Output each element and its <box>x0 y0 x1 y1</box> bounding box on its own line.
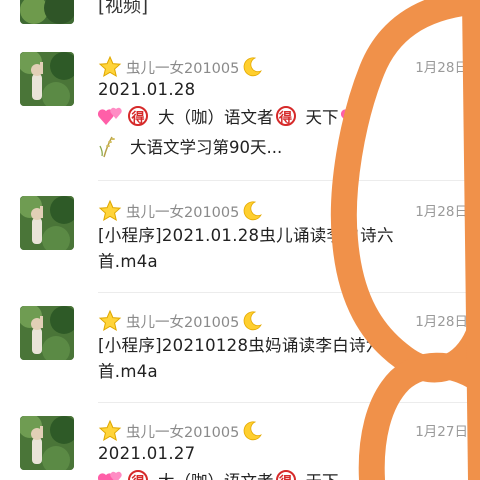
rice-plant-icon <box>99 136 115 158</box>
message-time: 1月28日 <box>415 60 468 76</box>
circled-char-icon: 得 <box>128 470 148 480</box>
divider <box>98 180 480 181</box>
chat-list-screen: [视频] 虫儿一女201005 1月28日 2021.01.28 得 大（咖）语… <box>0 0 480 480</box>
hearts-icon <box>98 471 122 480</box>
star-icon <box>98 309 122 332</box>
message-time: 1月28日 <box>415 314 468 330</box>
message-line: [小程序]20210128虫妈诵读李白诗六 <box>98 336 383 355</box>
message-line: 首.m4a <box>98 362 158 381</box>
crescent-moon-icon <box>244 311 263 331</box>
star-icon <box>98 55 122 78</box>
hearts-icon <box>98 107 122 125</box>
sender-name: 虫儿一女201005 <box>126 60 240 77</box>
message-text: 天下 <box>305 108 339 127</box>
message-text: 天下 <box>306 468 339 480</box>
crescent-moon-icon <box>244 57 263 77</box>
message-line: 首.m4a <box>98 252 158 271</box>
message-text: 大（咖）语文者 <box>158 108 274 127</box>
hearts-icon <box>340 107 365 125</box>
message-line: [小程序]2021.01.28虫儿诵读李白诗六 <box>98 226 394 245</box>
message-time: 1月27日 <box>415 424 468 440</box>
avatar[interactable] <box>20 196 74 250</box>
message-time: 1月28日 <box>415 204 468 220</box>
divider <box>98 292 480 293</box>
circled-char-icon: 得 <box>128 106 148 126</box>
message-text: 大语文学习第90天... <box>130 138 283 157</box>
message-line: 得 大（咖）语文者 得 天下 <box>98 104 369 128</box>
sender-name: 虫儿一女201005 <box>126 424 240 441</box>
sender-name: 虫儿一女201005 <box>126 204 240 221</box>
circled-char-icon: 得 <box>275 106 296 126</box>
sender-row: 虫儿一女201005 <box>98 198 264 224</box>
chat-item-partial[interactable]: [视频] <box>0 0 480 24</box>
circled-char-icon: 得 <box>275 470 296 480</box>
avatar[interactable] <box>20 306 74 360</box>
message-text: 大（咖）语文者 <box>158 468 274 480</box>
star-icon <box>98 419 122 442</box>
sender-row: 虫儿一女201005 <box>98 54 264 80</box>
message-line: 大语文学习第90天... <box>98 134 282 158</box>
crescent-moon-icon <box>244 201 263 221</box>
sender-row: 虫儿一女201005 <box>98 418 264 444</box>
sender-name: 虫儿一女201005 <box>126 314 240 331</box>
avatar[interactable] <box>20 52 74 106</box>
crescent-moon-icon <box>244 421 263 441</box>
message-line: 2021.01.27 <box>98 444 196 463</box>
divider <box>98 402 480 403</box>
message-line: 得 大（咖）语文者 得 天下 <box>98 468 339 480</box>
star-icon <box>98 199 122 222</box>
message-line: 2021.01.28 <box>98 80 196 99</box>
avatar[interactable] <box>20 0 74 24</box>
sender-row: 虫儿一女201005 <box>98 308 264 334</box>
message-preview: [视频] <box>98 0 149 17</box>
avatar[interactable] <box>20 416 74 470</box>
